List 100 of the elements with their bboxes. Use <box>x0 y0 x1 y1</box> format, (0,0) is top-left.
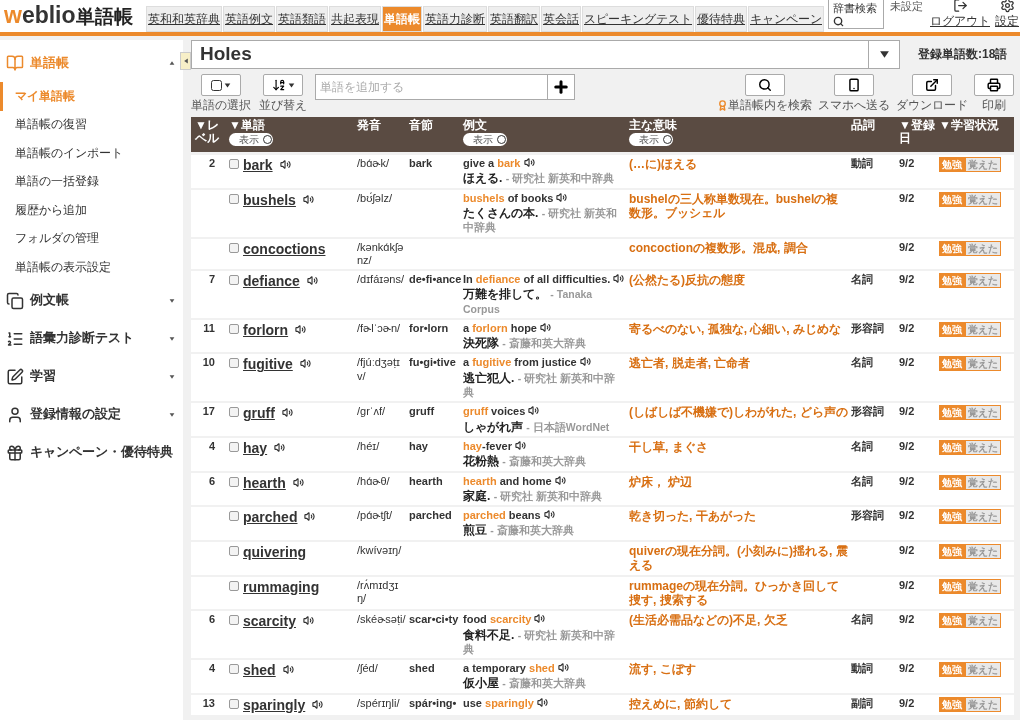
print-button[interactable] <box>974 74 1014 96</box>
collapse-tab[interactable] <box>180 52 191 70</box>
weblio-logo[interactable]: weblio単語帳 <box>4 2 146 32</box>
word-link[interactable]: concoctions <box>243 240 326 257</box>
word-link[interactable]: scarcity <box>243 613 296 630</box>
sidebar-item[interactable]: 単語帳の表示設定 <box>0 253 183 282</box>
show-toggle[interactable]: 表示 <box>229 133 273 147</box>
row-checkbox[interactable] <box>229 159 239 169</box>
dictionary-search-button[interactable]: 辞書検索 <box>828 0 884 29</box>
speaker-icon[interactable] <box>613 272 625 284</box>
nav-tab[interactable]: 優待特典 <box>695 6 747 32</box>
search-wordbook-button[interactable] <box>744 74 785 96</box>
speaker-icon[interactable] <box>304 511 316 523</box>
row-checkbox[interactable] <box>229 511 239 522</box>
speaker-icon[interactable] <box>295 323 307 335</box>
row-checkbox[interactable] <box>229 407 239 418</box>
sidebar-section[interactable]: キャンペーン・優待特典 <box>0 433 183 472</box>
column-header[interactable]: 主な意味 <box>629 119 677 133</box>
column-header[interactable]: ▼学習状況 <box>939 119 999 133</box>
speaker-icon[interactable] <box>543 509 555 521</box>
speaker-icon[interactable] <box>528 405 540 417</box>
row-checkbox[interactable] <box>229 358 239 369</box>
nav-tab[interactable]: スピーキングテスト <box>582 6 694 32</box>
row-checkbox[interactable] <box>229 193 239 204</box>
logout-link[interactable]: ログアウト <box>930 0 990 30</box>
nav-tab[interactable]: 英会話 <box>541 6 581 32</box>
word-link[interactable]: forlorn <box>243 321 289 338</box>
nav-tab[interactable]: 英語類語 <box>276 6 328 32</box>
word-link[interactable]: gruff <box>243 405 275 422</box>
speaker-icon[interactable] <box>523 157 535 168</box>
row-checkbox[interactable] <box>229 580 239 591</box>
sidebar-section[interactable]: 語彙力診断テスト <box>0 319 183 358</box>
show-toggle[interactable]: 表示 <box>629 133 673 147</box>
word-link[interactable]: quivering <box>243 543 306 560</box>
column-header[interactable]: 品詞 <box>851 119 875 133</box>
row-checkbox[interactable] <box>229 476 239 487</box>
select-words-button[interactable] <box>201 74 241 96</box>
row-checkbox[interactable] <box>229 442 239 452</box>
add-button[interactable] <box>548 74 575 100</box>
wordbook-select[interactable]: Holes <box>191 40 900 69</box>
speaker-icon[interactable] <box>312 698 324 710</box>
column-header[interactable]: 音節 <box>409 119 433 133</box>
nav-tab[interactable]: 英語翻訳 <box>488 6 540 32</box>
row-checkbox[interactable] <box>229 274 239 285</box>
speaker-icon[interactable] <box>579 356 591 368</box>
column-header[interactable]: ▼登録日 <box>899 119 939 146</box>
word-link[interactable]: bushels <box>243 191 296 208</box>
word-link[interactable]: parched <box>243 509 298 526</box>
speaker-icon[interactable] <box>279 159 291 170</box>
sort-button[interactable] <box>263 74 303 96</box>
speaker-icon[interactable] <box>302 193 314 205</box>
sidebar-item[interactable]: 履歴から追加 <box>0 196 183 225</box>
sidebar-item[interactable]: 単語帳の復習 <box>0 110 183 139</box>
speaker-icon[interactable] <box>554 474 566 486</box>
word-link[interactable]: shed <box>243 662 276 679</box>
word-link[interactable]: bark <box>243 157 273 174</box>
speaker-icon[interactable] <box>282 664 294 676</box>
speaker-icon[interactable] <box>281 407 293 419</box>
sidebar-section[interactable]: 学習 <box>0 357 183 396</box>
speaker-icon[interactable] <box>302 615 314 627</box>
row-checkbox[interactable] <box>229 664 239 675</box>
nav-tab[interactable]: キャンペーン <box>748 6 824 32</box>
nav-tab[interactable]: 英語例文 <box>223 6 275 32</box>
speaker-icon[interactable] <box>299 358 311 370</box>
speaker-icon[interactable] <box>292 476 304 488</box>
sidebar-section[interactable]: 例文帳 <box>0 281 183 320</box>
column-header[interactable]: 発音 <box>357 119 381 133</box>
settings-link[interactable]: 設定 <box>995 0 1019 30</box>
row-checkbox[interactable] <box>229 698 239 709</box>
download-button[interactable] <box>912 74 952 96</box>
speaker-icon[interactable] <box>514 440 526 451</box>
speaker-icon[interactable] <box>306 274 318 286</box>
word-link[interactable]: sparingly <box>243 696 306 713</box>
word-link[interactable]: hay <box>243 440 268 457</box>
column-header[interactable]: ▼レベル <box>195 119 229 146</box>
show-toggle[interactable]: 表示 <box>463 133 507 147</box>
speaker-icon[interactable] <box>534 613 546 625</box>
row-checkbox[interactable] <box>229 242 239 253</box>
sidebar-item[interactable]: フォルダの管理 <box>0 224 183 253</box>
word-link[interactable]: hearth <box>243 474 286 491</box>
speaker-icon[interactable] <box>540 321 551 333</box>
word-link[interactable]: defiance <box>243 272 300 289</box>
speaker-icon[interactable] <box>536 696 548 708</box>
sidebar-item[interactable]: 単語帳のインポート <box>0 139 183 168</box>
row-checkbox[interactable] <box>229 615 239 626</box>
speaker-icon[interactable] <box>274 442 286 453</box>
word-link[interactable]: rummaging <box>243 578 320 595</box>
add-word-field[interactable]: 単語を追加する <box>315 74 548 100</box>
speaker-icon[interactable] <box>556 191 568 203</box>
sidebar-item[interactable]: 単語の一括登録 <box>0 167 183 196</box>
row-checkbox[interactable] <box>229 323 239 334</box>
column-header[interactable]: 例文 <box>463 119 487 133</box>
nav-tab[interactable]: 英和和英辞典 <box>146 6 222 32</box>
speaker-icon[interactable] <box>557 662 569 674</box>
sidebar-section[interactable]: 登録情報の設定 <box>0 395 183 434</box>
send-to-phone-button[interactable] <box>834 74 874 96</box>
column-header[interactable]: ▼単語 <box>229 119 265 133</box>
row-checkbox[interactable] <box>229 545 239 556</box>
nav-tab[interactable]: 英語力診断 <box>423 6 487 32</box>
word-link[interactable]: fugitive <box>243 356 293 373</box>
